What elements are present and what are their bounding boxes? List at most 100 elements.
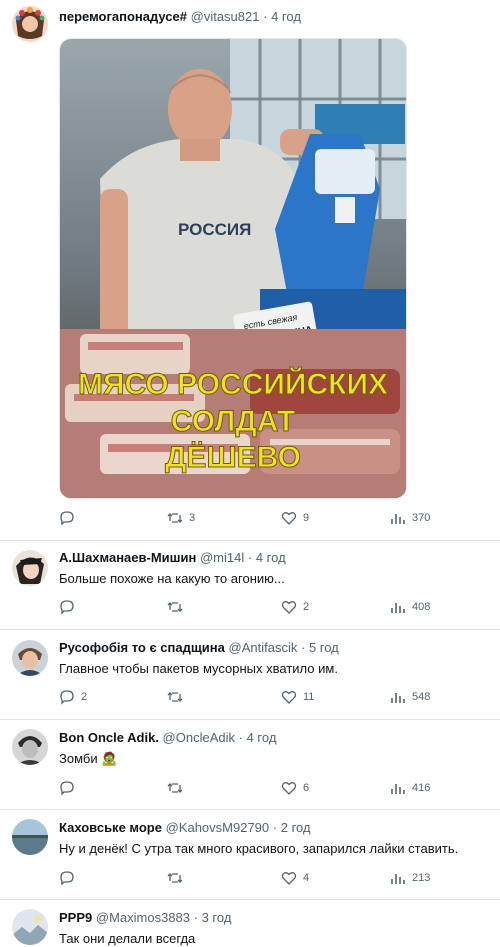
avatar[interactable]	[12, 640, 48, 676]
views-icon	[391, 784, 405, 794]
like-button[interactable]: 4	[281, 868, 309, 888]
display-name[interactable]: Bon Oncle Adik.	[59, 730, 159, 745]
views-count: 213	[412, 872, 431, 884]
reply-icon	[60, 781, 74, 796]
reply-icon	[60, 871, 74, 886]
user-handle[interactable]: @vitasu821	[191, 9, 260, 24]
like-button[interactable]: 11	[281, 687, 314, 707]
retweet-icon	[167, 783, 183, 793]
retweet-count: 3	[189, 512, 196, 524]
avatar[interactable]	[12, 6, 48, 42]
retweet-icon	[167, 873, 183, 883]
views-button[interactable]: 408	[390, 597, 430, 617]
views-button[interactable]: 213	[390, 868, 430, 888]
tweet-header: Русофобія то є спадщина @Antifascik · 5 …	[59, 640, 339, 655]
tweet[interactable]: Каховське море @KahovsM92790 · 2 год Ну …	[0, 809, 500, 900]
avatar[interactable]	[12, 819, 48, 855]
like-icon	[281, 782, 297, 795]
reply-count: 2	[81, 691, 88, 703]
tweet-actions: 3 9 370	[59, 508, 449, 528]
separator: ·	[193, 910, 198, 925]
separator: ·	[238, 730, 243, 745]
retweet-button[interactable]: 3	[167, 508, 195, 528]
tweet-text: Больше похоже на какую то агонию...	[59, 571, 285, 586]
tweet-text: Главное чтобы пакетов мусорных хватило и…	[59, 661, 338, 676]
timestamp[interactable]: 4 год	[247, 730, 277, 745]
timestamp[interactable]: 5 год	[309, 640, 339, 655]
tweet-header: Каховське море @KahovsM92790 · 2 год	[59, 820, 311, 835]
user-handle[interactable]: @Maximos3883	[96, 910, 190, 925]
separator: ·	[300, 640, 306, 655]
user-handle[interactable]: @mi14l	[200, 550, 244, 565]
timestamp[interactable]: 4 год	[271, 9, 301, 24]
views-button[interactable]: 548	[390, 687, 430, 707]
tweet-actions: 4 213	[59, 868, 449, 888]
tweet[interactable]: Русофобія то є спадщина @Antifascik · 5 …	[0, 629, 500, 720]
reply-icon	[60, 690, 74, 705]
tweet-image[interactable]: РОССИЯ есть свежая ЧЕЛОВЕЧИНА	[59, 38, 407, 499]
reply-button[interactable]	[59, 778, 81, 798]
views-icon	[391, 874, 405, 884]
user-handle[interactable]: @OncleAdik	[163, 730, 235, 745]
retweet-icon	[167, 513, 183, 523]
tweet-text: Зомби 🧟	[59, 751, 118, 766]
separator: ·	[263, 9, 268, 24]
reply-icon	[60, 600, 74, 615]
tweet-text: Так они делали всегда	[59, 931, 196, 946]
tweet-header: PPP9 @Maximos3883 · 3 год	[59, 910, 231, 925]
tweet[interactable]: Bon Oncle Adik. @OncleAdik · 4 год Зомби…	[0, 719, 500, 810]
views-icon	[391, 514, 405, 524]
retweet-button[interactable]	[167, 597, 189, 617]
avatar[interactable]	[12, 729, 48, 765]
reply-button[interactable]: 2	[59, 687, 87, 707]
like-button[interactable]: 2	[281, 597, 309, 617]
tweet-actions: 6 416	[59, 778, 449, 798]
reply-button[interactable]	[59, 597, 81, 617]
user-handle[interactable]: @Antifascik	[229, 640, 298, 655]
tweet[interactable]: А.Шахманаев-Мишин @mi14l · 4 год Больше …	[0, 540, 500, 630]
like-button[interactable]: 9	[281, 508, 309, 528]
views-count: 370	[412, 512, 431, 524]
views-button[interactable]: 370	[390, 508, 430, 528]
separator: ·	[272, 820, 278, 835]
tweet[interactable]: перемогапонадусе# @vitasu821 · 4 год РОС…	[0, 0, 500, 541]
views-icon	[391, 603, 405, 613]
retweet-button[interactable]	[167, 778, 189, 798]
timestamp[interactable]: 4 год	[256, 550, 286, 565]
views-button[interactable]: 416	[390, 778, 430, 798]
retweet-icon	[167, 602, 183, 612]
like-button[interactable]: 6	[281, 778, 309, 798]
tweet[interactable]: PPP9 @Maximos3883 · 3 год Так они делали…	[0, 899, 500, 947]
caption-line2: СОЛДАТ	[171, 405, 295, 438]
reply-icon	[60, 511, 74, 526]
like-icon	[281, 601, 297, 614]
tweet-actions: 2 11 548	[59, 687, 449, 707]
timestamp[interactable]: 2 год	[281, 820, 311, 835]
display-name[interactable]: А.Шахманаев-Мишин	[59, 550, 196, 565]
tweet-header: Bon Oncle Adik. @OncleAdik · 4 год	[59, 730, 276, 745]
avatar[interactable]	[12, 909, 48, 945]
views-count: 416	[412, 782, 431, 794]
views-icon	[391, 693, 405, 703]
retweet-button[interactable]	[167, 868, 189, 888]
like-count: 4	[303, 872, 310, 884]
caption-line3: ДЁШЕВО	[165, 441, 301, 474]
reply-button[interactable]	[59, 868, 81, 888]
reply-button[interactable]	[59, 508, 81, 528]
display-name[interactable]: перемогапонадусе#	[59, 9, 187, 24]
timestamp[interactable]: 3 год	[202, 910, 232, 925]
retweet-icon	[167, 692, 183, 702]
shirt-text: РОССИЯ	[178, 220, 251, 239]
separator: ·	[247, 550, 253, 565]
display-name[interactable]: Каховське море	[59, 820, 162, 835]
avatar[interactable]	[12, 550, 48, 586]
display-name[interactable]: PPP9	[59, 910, 92, 925]
views-count: 548	[412, 691, 431, 703]
display-name[interactable]: Русофобія то є спадщина	[59, 640, 225, 655]
retweet-button[interactable]	[167, 687, 189, 707]
like-count: 11	[303, 691, 315, 703]
like-count: 9	[303, 512, 310, 524]
caption-line1: МЯСО РОССИЙСКИХ	[78, 367, 388, 401]
user-handle[interactable]: @KahovsM92790	[166, 820, 270, 835]
like-count: 6	[303, 782, 310, 794]
